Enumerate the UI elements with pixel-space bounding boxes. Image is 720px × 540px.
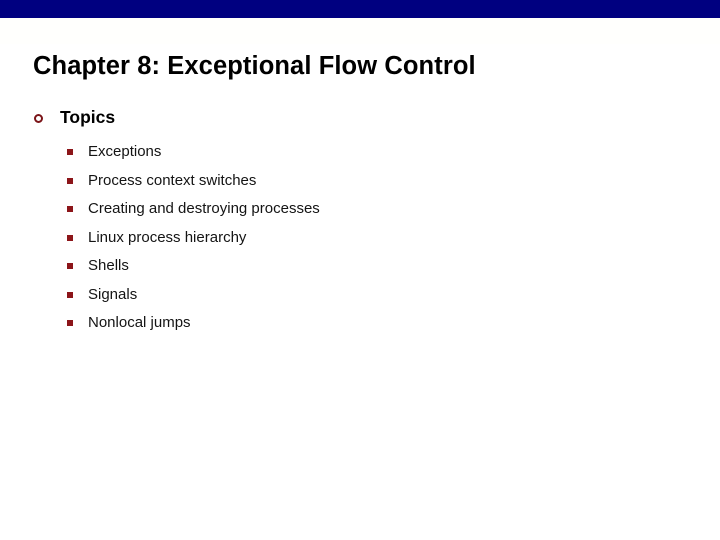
- list-item: Linux process hierarchy: [0, 229, 720, 258]
- square-bullet-icon: [67, 172, 74, 190]
- square-bullet-icon: [67, 314, 74, 332]
- list-item: Nonlocal jumps: [0, 314, 720, 343]
- outline-heading-label: Topics: [60, 107, 116, 127]
- list-item-label: Process context switches: [88, 171, 257, 189]
- square-bullet-icon: [67, 286, 74, 304]
- outline-heading-row: Topics: [0, 108, 720, 136]
- list-item-label: Signals: [88, 285, 138, 303]
- list-item: Creating and destroying processes: [0, 200, 720, 229]
- list-item-label: Exceptions: [88, 143, 162, 160]
- outline-sub-items: Exceptions Process context switches Crea…: [0, 143, 720, 343]
- square-bullet-icon: [67, 229, 74, 247]
- square-bullet-icon: [67, 257, 74, 275]
- header-banner-underlay: [0, 18, 720, 44]
- list-item: Shells: [0, 257, 720, 286]
- list-item: Process context switches: [0, 172, 720, 201]
- hollow-circle-bullet-icon: [34, 109, 47, 128]
- list-item: Exceptions: [0, 143, 720, 172]
- outline-body: Topics Exceptions Process context switch…: [0, 108, 720, 343]
- slide-canvas: Chapter 8: Exceptional Flow Control Topi…: [0, 0, 720, 540]
- list-item-label: Shells: [88, 257, 129, 274]
- list-item-label: Nonlocal jumps: [88, 314, 191, 331]
- header-banner-bar: [0, 0, 720, 18]
- square-bullet-icon: [67, 143, 74, 161]
- list-item-label: Linux process hierarchy: [88, 228, 247, 246]
- list-item: Signals: [0, 286, 720, 315]
- square-bullet-icon: [67, 200, 74, 218]
- page-title: Chapter 8: Exceptional Flow Control: [33, 52, 476, 80]
- list-item-label: Creating and destroying processes: [88, 200, 320, 217]
